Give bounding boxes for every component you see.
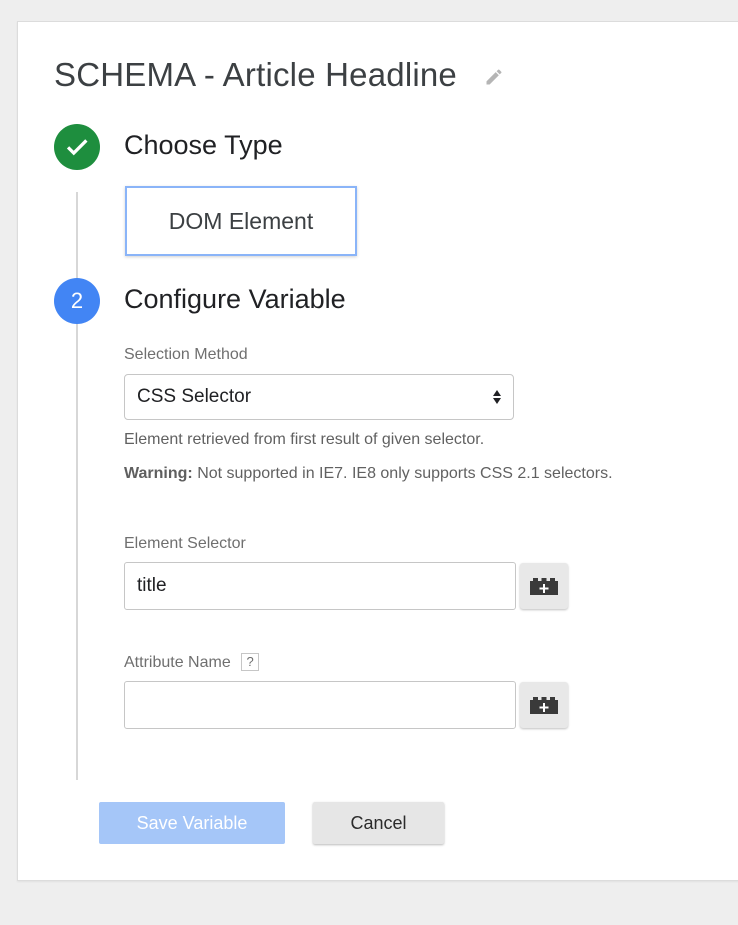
warning-label: Warning:: [124, 465, 193, 482]
element-selector-input[interactable]: [124, 562, 516, 610]
selection-method-warning: Warning: Not supported in IE7. IE8 only …: [124, 465, 613, 483]
attribute-name-label: Attribute Name ?: [124, 653, 260, 672]
add-variable-brick-icon: [530, 697, 558, 714]
cancel-button[interactable]: Cancel: [313, 802, 444, 844]
edit-pencil-icon[interactable]: [484, 67, 504, 87]
attribute-name-variable-button[interactable]: [520, 682, 568, 728]
step-number-badge: 2: [54, 278, 100, 324]
save-variable-button[interactable]: Save Variable: [99, 802, 285, 844]
variable-type-selector[interactable]: DOM Element: [125, 186, 357, 256]
element-selector-variable-button[interactable]: [520, 563, 568, 609]
attribute-name-input[interactable]: [124, 681, 516, 729]
variable-title: SCHEMA - Article Headline: [54, 56, 457, 93]
selection-method-value: CSS Selector: [137, 386, 252, 407]
attribute-name-label-text: Attribute Name: [124, 654, 231, 671]
step-complete-badge: [54, 124, 100, 170]
sort-arrows-icon: [493, 390, 501, 404]
step-configure-variable-heading: Configure Variable: [124, 284, 346, 314]
add-variable-brick-icon: [530, 578, 558, 595]
variable-editor-card: SCHEMA - Article Headline Choose Type DO…: [17, 21, 738, 881]
warning-text: Not supported in IE7. IE8 only supports …: [197, 465, 613, 482]
checkmark-icon: [66, 139, 88, 156]
step-choose-type-heading: Choose Type: [124, 130, 283, 160]
selection-method-select[interactable]: CSS Selector: [124, 374, 514, 420]
element-selector-label: Element Selector: [124, 535, 246, 552]
attribute-name-help-icon[interactable]: ?: [241, 653, 260, 671]
selection-method-help: Element retrieved from first result of g…: [124, 431, 485, 448]
selection-method-label: Selection Method: [124, 346, 248, 363]
